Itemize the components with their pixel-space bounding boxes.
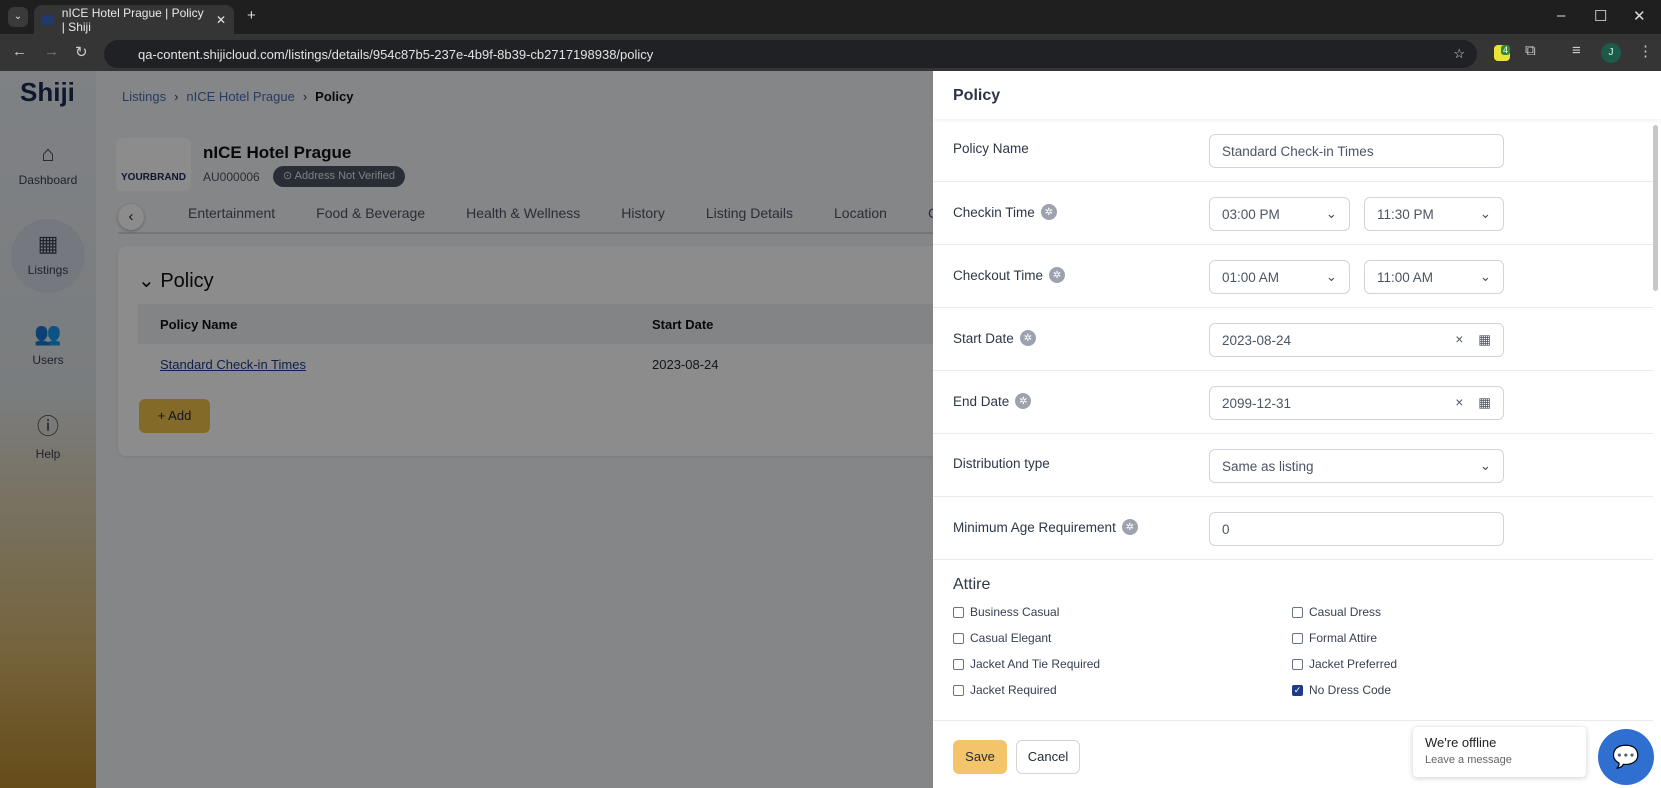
checkbox-label: Jacket Required: [970, 683, 1057, 697]
url-text: qa-content.shijicloud.com/listings/detai…: [138, 46, 654, 62]
attire-options: Business Casual Casual Dress Casual Elegan…: [953, 605, 1633, 697]
distribution-label: Distribution type: [953, 456, 1050, 471]
attire-checkbox-casual-dress[interactable]: Casual Dress: [1292, 605, 1631, 619]
info-icon: ✲: [1019, 330, 1036, 346]
forward-icon[interactable]: →: [44, 43, 59, 60]
checkbox[interactable]: [953, 684, 964, 696]
attire-heading: Attire: [953, 576, 991, 593]
attire-checkbox-no-dress-code[interactable]: ✓ No Dress Code: [1292, 683, 1631, 697]
chevron-down-icon: ⌄: [1479, 206, 1491, 221]
cancel-button[interactable]: Cancel: [1016, 740, 1080, 774]
checkbox-label: No Dress Code: [1309, 683, 1392, 697]
modal-backdrop[interactable]: [0, 71, 933, 788]
calendar-icon[interactable]: ▦: [1478, 395, 1491, 410]
attire-checkbox-jacket-required[interactable]: Jacket Required: [953, 683, 1292, 697]
close-tab-icon[interactable]: ✕: [216, 13, 226, 27]
bookmark-star-icon[interactable]: ☆: [1453, 46, 1465, 62]
info-icon: ✲: [1040, 204, 1057, 220]
min-age-input[interactable]: 0: [1209, 512, 1504, 546]
chat-subtitle: Leave a message: [1425, 754, 1512, 766]
minimize-button[interactable]: –: [1557, 7, 1565, 24]
chevron-down-icon: ⌄: [1479, 269, 1491, 284]
new-tab-button[interactable]: +: [247, 7, 256, 24]
address-bar[interactable]: qa-content.shijicloud.com/listings/detai…: [104, 40, 1477, 68]
checkbox-label: Jacket Preferred: [1309, 657, 1398, 671]
checkbox[interactable]: [1292, 658, 1303, 670]
checkbox[interactable]: [1292, 606, 1303, 618]
attire-checkbox-formal-attire[interactable]: Formal Attire: [1292, 631, 1631, 645]
browser-toolbar: ← → ↻ qa-content.shijicloud.com/listings…: [0, 34, 1661, 71]
end-date-label: End Date ✲: [953, 393, 1032, 409]
checkbox-label: Jacket And Tie Required: [970, 657, 1101, 671]
checkbox-label: Casual Elegant: [970, 631, 1052, 645]
attire-checkbox-casual-elegant[interactable]: Casual Elegant: [953, 631, 1292, 645]
start-date-input[interactable]: 2023-08-24 × ▦: [1209, 323, 1504, 357]
browser-tab[interactable]: nICE Hotel Prague | Policy | Shiji ✕: [34, 5, 234, 34]
clear-icon[interactable]: ×: [1455, 395, 1463, 410]
close-window-button[interactable]: ✕: [1633, 7, 1646, 25]
chat-icon: 💬: [1612, 744, 1640, 769]
checkbox[interactable]: [953, 606, 964, 618]
checkin-label: Checkin Time ✲: [953, 204, 1057, 220]
calendar-icon[interactable]: ▦: [1478, 332, 1491, 347]
info-icon: ✲: [1121, 519, 1138, 535]
scrollbar-thumb[interactable]: [1653, 125, 1658, 291]
extensions-puzzle-icon[interactable]: ⧉: [1525, 42, 1536, 59]
checkbox[interactable]: [953, 658, 964, 670]
chat-launcher-button[interactable]: 💬: [1598, 729, 1654, 785]
chevron-down-icon: ⌄: [1325, 269, 1337, 284]
chat-offline-bubble[interactable]: We're offline Leave a message: [1413, 727, 1586, 777]
checkin-from-select[interactable]: 03:00 PM ⌄: [1209, 197, 1350, 231]
checkbox[interactable]: ✓: [1292, 684, 1303, 696]
chat-title: We're offline: [1425, 735, 1497, 750]
info-icon: ✲: [1015, 393, 1032, 409]
checkbox-label: Formal Attire: [1309, 631, 1378, 645]
checkout-to-select[interactable]: 11:00 AM ⌄: [1364, 260, 1504, 294]
end-date-input[interactable]: 2099-12-31 × ▦: [1209, 386, 1504, 420]
profile-avatar[interactable]: J: [1601, 43, 1621, 63]
extension-badge: 4: [1500, 45, 1510, 55]
back-icon[interactable]: ←: [12, 43, 27, 60]
tab-title: nICE Hotel Prague | Policy | Shiji: [61, 5, 204, 34]
clear-icon[interactable]: ×: [1455, 332, 1463, 347]
menu-icon[interactable]: ⋮: [1638, 42, 1653, 60]
attire-checkbox-jacket-and-tie-required[interactable]: Jacket And Tie Required: [953, 657, 1292, 671]
favicon-icon: [42, 14, 54, 25]
attire-checkbox-business-casual[interactable]: Business Casual: [953, 605, 1292, 619]
checkout-label: Checkout Time ✲: [953, 267, 1066, 283]
checkbox-label: Casual Dress: [1309, 605, 1382, 619]
distribution-select[interactable]: Same as listing ⌄: [1209, 449, 1504, 483]
browser-tab-bar: ⌄ nICE Hotel Prague | Policy | Shiji ✕ + …: [0, 0, 1661, 34]
drawer-title: Policy: [933, 71, 1661, 119]
attire-checkbox-jacket-preferred[interactable]: Jacket Preferred: [1292, 657, 1631, 671]
policy-name-input[interactable]: Standard Check-in Times: [1209, 134, 1504, 168]
reload-icon[interactable]: ↻: [75, 43, 88, 61]
checkbox[interactable]: [953, 632, 964, 644]
media-icon[interactable]: ≡: [1572, 42, 1581, 59]
checkin-to-select[interactable]: 11:30 PM ⌄: [1364, 197, 1504, 231]
tab-search-button[interactable]: ⌄: [8, 7, 28, 27]
checkbox-label: Business Casual: [970, 605, 1060, 619]
checkout-from-select[interactable]: 01:00 AM ⌄: [1209, 260, 1350, 294]
save-button[interactable]: Save: [953, 740, 1007, 774]
start-date-label: Start Date ✲: [953, 330, 1036, 346]
checkbox[interactable]: [1292, 632, 1303, 644]
extension-icon[interactable]: 4: [1494, 45, 1510, 61]
policy-drawer: Policy Policy Name Standard Check-in Tim…: [933, 71, 1661, 788]
chevron-down-icon: ⌄: [1325, 206, 1337, 221]
min-age-label: Minimum Age Requirement ✲: [953, 519, 1138, 535]
info-icon: ✲: [1049, 267, 1066, 283]
maximize-button[interactable]: ☐: [1594, 7, 1607, 25]
policy-name-label: Policy Name: [953, 141, 1029, 156]
chevron-down-icon: ⌄: [1479, 458, 1491, 473]
